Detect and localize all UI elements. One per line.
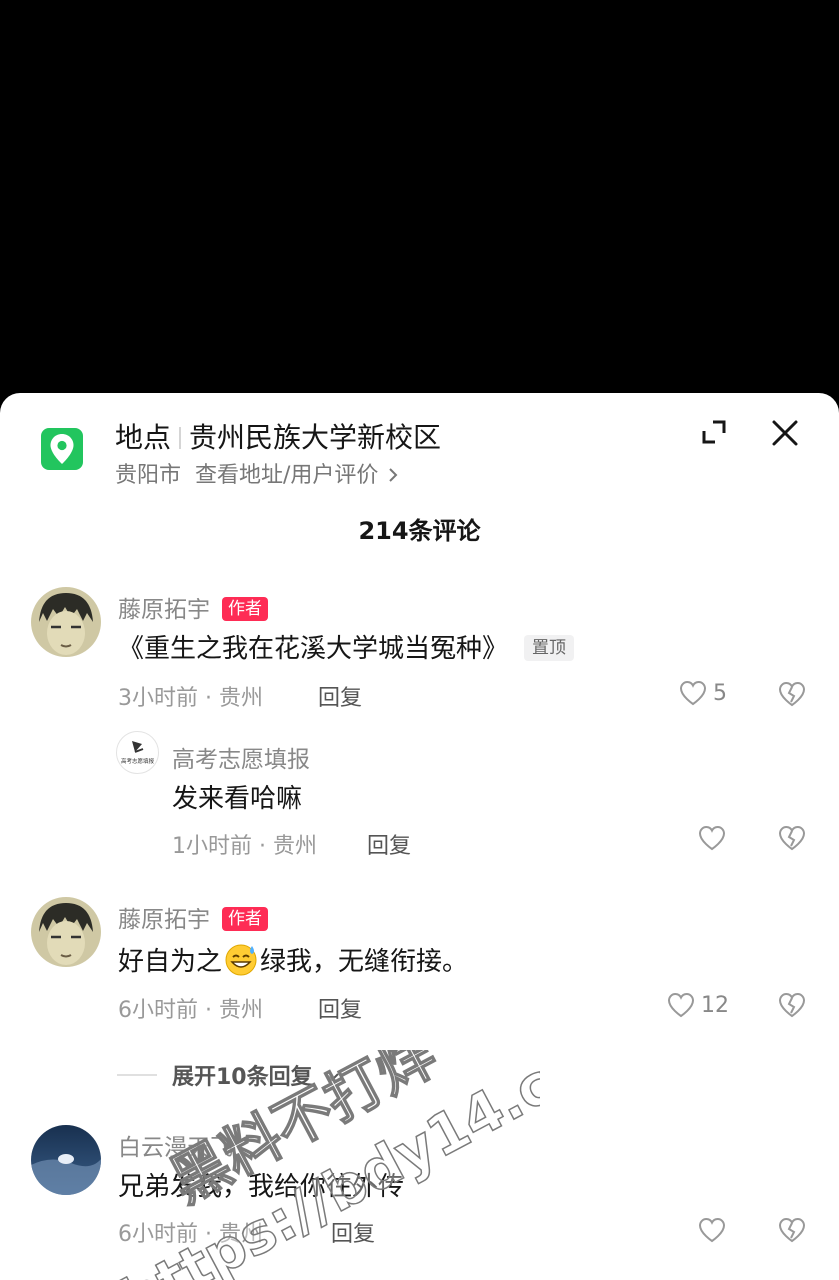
close-icon[interactable] — [770, 418, 800, 448]
comment-meta: 1小时前 · 贵州 — [172, 834, 317, 859]
location-subtitle[interactable]: 贵阳市 查看地址/用户评价 — [115, 457, 399, 489]
reply-button[interactable]: 回复 — [331, 1216, 375, 1248]
heart-icon — [679, 680, 707, 706]
heart-icon[interactable] — [698, 1217, 726, 1243]
chevron-right-icon — [389, 468, 398, 482]
reply-button[interactable]: 回复 — [318, 992, 362, 1024]
comment-count: 214条评论 — [358, 517, 481, 545]
broken-heart-icon[interactable] — [778, 825, 806, 851]
comment-meta: 6小时前 · 贵州 — [118, 1222, 263, 1247]
comment-meta: 6小时前 · 贵州 — [118, 998, 263, 1023]
location-label: 地点 — [115, 421, 172, 454]
broken-heart-icon[interactable] — [778, 681, 806, 707]
author-badge: 作者 — [222, 907, 268, 931]
reply-button[interactable]: 回复 — [367, 828, 411, 860]
title-divider — [179, 427, 182, 449]
comment-meta: 3小时前 · 贵州 — [118, 686, 263, 711]
expand-divider — [117, 1074, 157, 1076]
location-city: 贵阳市 — [115, 463, 182, 488]
svg-text:高考志愿填报: 高考志愿填报 — [121, 757, 155, 765]
heart-icon[interactable] — [698, 825, 726, 851]
location-title[interactable]: 地点 贵州民族大学新校区 — [115, 416, 441, 456]
like-button[interactable]: 12 — [667, 992, 729, 1018]
comment-username[interactable]: 藤原拓宇 作者 — [118, 590, 268, 624]
pinned-badge: 置顶 — [524, 635, 575, 661]
location-pin-icon[interactable] — [41, 428, 83, 470]
sweat-smile-emoji — [225, 944, 257, 976]
avatar[interactable]: 高考志愿填报 — [116, 731, 159, 774]
location-link[interactable]: 查看地址/用户评价 — [195, 463, 378, 488]
heart-icon — [667, 992, 695, 1018]
comment-username[interactable]: 藤原拓宇 作者 — [118, 900, 268, 934]
avatar[interactable] — [31, 587, 101, 657]
like-count: 12 — [701, 992, 729, 1018]
location-name: 贵州民族大学新校区 — [189, 421, 442, 454]
expand-icon[interactable] — [700, 418, 728, 446]
comment-username[interactable]: 白云漫天飞 — [118, 1128, 233, 1162]
comment-text: 好自为之 绿我，无缝衔接。 — [118, 941, 468, 978]
chevron-down-icon — [325, 1073, 340, 1082]
broken-heart-icon[interactable] — [778, 1217, 806, 1243]
avatar[interactable] — [31, 897, 101, 967]
like-button[interactable]: 5 — [679, 680, 727, 706]
expand-replies-button[interactable]: 展开10条回复 — [172, 1059, 340, 1091]
comment-username[interactable]: 高考志愿填报 — [172, 740, 310, 774]
reply-button[interactable]: 回复 — [318, 680, 362, 712]
comment-text: 《重生之我在花溪大学城当冤种》 置顶 — [118, 628, 575, 665]
like-count: 5 — [713, 680, 727, 706]
comment-text: 兄弟发我，我给你往外传 — [118, 1172, 405, 1202]
broken-heart-icon[interactable] — [778, 992, 806, 1018]
avatar[interactable] — [31, 1125, 101, 1195]
author-badge: 作者 — [222, 597, 268, 621]
comment-text: 发来看哈嘛 — [172, 784, 303, 814]
